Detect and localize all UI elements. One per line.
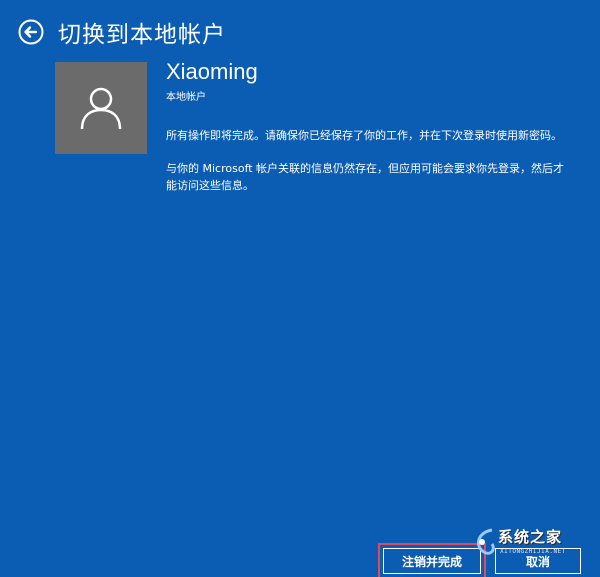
cancel-button[interactable]: 取消: [495, 548, 581, 574]
avatar: [55, 62, 147, 154]
message-paragraph-2: 与你的 Microsoft 帐户关联的信息仍然存在，但应用可能会要求你先登录，然…: [166, 162, 565, 192]
header: 切换到本地帐户: [18, 14, 226, 50]
account-type: 本地帐户: [166, 92, 206, 103]
footer: 注销并完成 取消: [0, 540, 600, 577]
page-title: 切换到本地帐户: [58, 22, 226, 48]
account-info: Xiaoming 本地帐户 所有操作即将完成。请确保你已经保存了你的工作，并在下…: [166, 58, 576, 194]
user-name: Xiaoming: [166, 59, 258, 84]
message-paragraph-1: 所有操作即将完成。请确保你已经保存了你的工作，并在下次登录时使用新密码。: [166, 129, 562, 142]
user-silhouette-icon: [80, 87, 122, 130]
back-arrow-circle-icon[interactable]: [18, 19, 44, 45]
sign-out-and-finish-button[interactable]: 注销并完成: [378, 543, 486, 577]
